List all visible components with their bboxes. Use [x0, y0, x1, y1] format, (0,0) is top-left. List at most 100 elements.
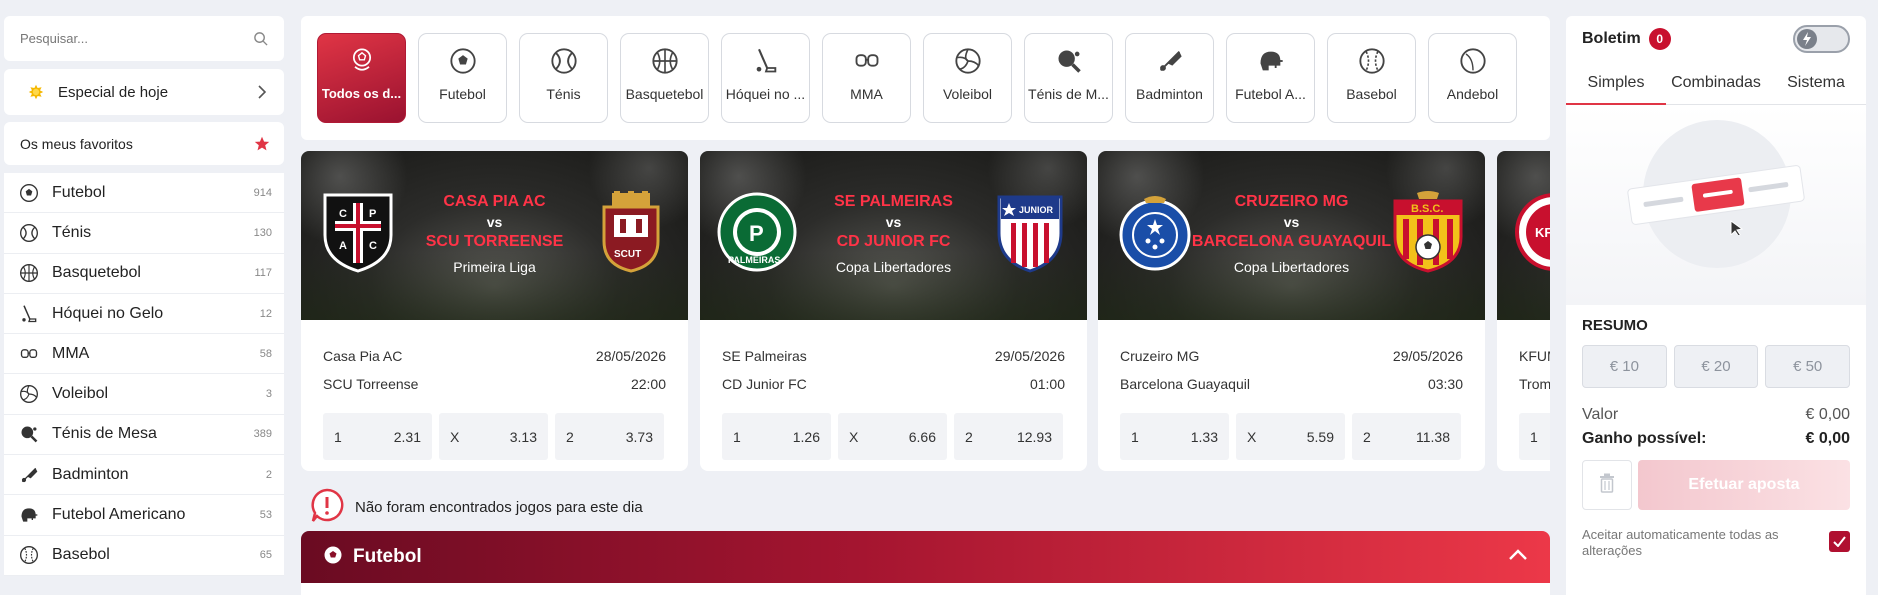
match-card[interactable]: B.S.C. CRUZEIRO MG vs BARCELONA GUAYAQUIL Co… — [1098, 151, 1485, 471]
auto-accept-checkbox[interactable] — [1829, 531, 1850, 552]
stake-20-button[interactable]: € 20 — [1673, 345, 1759, 388]
summary-label: RESUMO — [1582, 317, 1648, 334]
odds-outcome: 2 — [965, 428, 973, 445]
odds-value: 3.73 — [625, 428, 653, 445]
odds-button[interactable]: 1 1.33 — [1120, 413, 1229, 460]
handball-icon — [1458, 46, 1488, 76]
category-tab-1[interactable]: Futebol — [418, 33, 507, 123]
odds-outcome: 1 — [733, 428, 741, 445]
banner-vs: vs — [1283, 214, 1300, 230]
match-card[interactable]: KFUM KFUM Trom 1 — [1497, 151, 1550, 471]
sidebar-item-ténis-de-mesa[interactable]: Ténis de Mesa 389 — [4, 414, 284, 456]
category-tab-3[interactable]: Basquetebol — [620, 33, 709, 123]
match-card[interactable]: C P A C SCUT CASA PIA AC vs SCU TORREENSE Primei… — [301, 151, 688, 471]
match-info: SE Palmeiras 29/05/2026 CD Junior FC 01:00 — [700, 320, 1087, 398]
basketball-icon — [650, 46, 680, 76]
sidebar-item-futebol-americano[interactable]: Futebol Americano 53 — [4, 495, 284, 536]
sidebar-item-hóquei-no-gelo[interactable]: Hóquei no Gelo 12 — [4, 293, 284, 335]
category-tab-5[interactable]: MMA — [822, 33, 911, 123]
search-box[interactable] — [4, 16, 284, 61]
category-label: Basebol — [1346, 86, 1397, 102]
category-tab-9[interactable]: Futebol A... — [1226, 33, 1315, 123]
volleyball-icon — [18, 383, 40, 405]
odds-outcome: X — [849, 428, 859, 445]
odds-value: 12.93 — [1016, 428, 1052, 445]
odds-button[interactable]: 2 12.93 — [954, 413, 1063, 460]
odds-button[interactable]: X 3.13 — [439, 413, 548, 460]
banner-away-team: SCU TORREENSE — [425, 233, 564, 250]
sidebar-item-voleibol[interactable]: Voleibol 3 — [4, 374, 284, 415]
svg-text:KFUM: KFUM — [1535, 225, 1550, 240]
category-tab-4[interactable]: Hóquei no ... — [721, 33, 810, 123]
place-bet-button[interactable]: Efetuar aposta — [1638, 460, 1850, 510]
table-tennis-icon — [1054, 46, 1084, 76]
chevron-up-icon[interactable] — [1508, 548, 1528, 566]
away-team: CD Junior FC — [722, 376, 807, 392]
sidebar-item-badminton[interactable]: Badminton 2 — [4, 455, 284, 496]
odds-button[interactable]: 2 11.38 — [1352, 413, 1461, 460]
match-info: KFUM Trom — [1497, 320, 1550, 398]
favorites-item[interactable]: Os meus favoritos — [4, 122, 284, 165]
odds-button[interactable]: 1 1.26 — [722, 413, 831, 460]
home-team: Casa Pia AC — [323, 348, 403, 364]
search-input[interactable] — [20, 31, 240, 46]
quick-bet-toggle[interactable] — [1793, 24, 1850, 53]
stake-10-button[interactable]: € 10 — [1582, 345, 1667, 388]
banner-league: Copa Libertadores — [835, 259, 952, 275]
category-tab-10[interactable]: Basebol — [1327, 33, 1416, 123]
match-card[interactable]: P PALMEIRAS JUNIOR SE PALMEIRAS vs CD JUNIOR … — [700, 151, 1087, 471]
category-tab-11[interactable]: Andebol — [1428, 33, 1517, 123]
value-row: Valor € 0,00 — [1566, 406, 1866, 424]
category-label: Basquetebol — [625, 86, 704, 102]
sport-count: 2 — [265, 468, 272, 481]
away-team: Trom — [1519, 376, 1550, 392]
soccer-ball-icon — [323, 545, 343, 570]
odds-button[interactable]: X 6.66 — [838, 413, 947, 460]
category-tab-2[interactable]: Ténis — [519, 33, 608, 123]
sidebar-item-basquetebol[interactable]: Basquetebol 117 — [4, 253, 284, 294]
star-icon[interactable] — [254, 136, 270, 152]
category-tab-6[interactable]: Voleibol — [923, 33, 1012, 123]
special-today-item[interactable]: Especial de hoje — [4, 69, 284, 115]
match-time: 01:00 — [1029, 376, 1065, 392]
category-tab-0[interactable]: Todos os d... — [317, 33, 406, 123]
banner-vs: vs — [885, 214, 902, 230]
odds-value: 2.31 — [393, 428, 421, 445]
betslip-actions: Efetuar aposta — [1566, 460, 1866, 510]
ticket-icon — [1627, 165, 1805, 235]
odds-button[interactable]: 2 3.73 — [555, 413, 664, 460]
category-tab-7[interactable]: Ténis de M... — [1024, 33, 1113, 123]
category-label: Todos os d... — [321, 86, 402, 101]
sidebar-item-mma[interactable]: MMA 58 — [4, 334, 284, 375]
sport-count: 130 — [253, 226, 272, 239]
stake-50-button[interactable]: € 50 — [1765, 345, 1851, 388]
category-tab-8[interactable]: Badminton — [1125, 33, 1214, 123]
shuttlecock-icon — [18, 464, 40, 486]
sidebar-item-futebol[interactable]: Futebol 914 — [4, 173, 284, 214]
banner-away-team: CD JUNIOR FC — [836, 233, 951, 250]
odds-button[interactable]: 1 2.31 — [323, 413, 432, 460]
baseball-icon — [1357, 46, 1387, 76]
tab-simples[interactable]: Simples — [1566, 61, 1666, 105]
sidebar-item-basebol[interactable]: Basebol 65 — [4, 535, 284, 576]
odds-outcome: X — [450, 428, 460, 445]
sport-count: 12 — [259, 307, 272, 320]
clear-slip-button[interactable] — [1582, 460, 1632, 510]
tab-combinadas[interactable]: Combinadas — [1666, 61, 1766, 104]
table-tennis-icon — [18, 423, 40, 445]
search-icon[interactable] — [252, 31, 268, 47]
section-header-futebol[interactable]: Futebol — [301, 531, 1550, 583]
odds-row: 1 1.26 X 6.66 2 12.93 — [700, 413, 1087, 460]
special-today-label: Especial de hoje — [58, 83, 169, 101]
sport-name: Basquetebol — [52, 264, 141, 282]
category-label: Futebol — [439, 86, 486, 102]
banner-home-team: SE PALMEIRAS — [834, 193, 953, 210]
match-banner: P PALMEIRAS JUNIOR SE PALMEIRAS vs CD JUNIOR … — [700, 151, 1087, 320]
tab-sistema[interactable]: Sistema — [1766, 61, 1866, 104]
home-team: KFUM — [1519, 348, 1550, 364]
odds-button[interactable]: 1 — [1519, 413, 1550, 460]
auto-accept-row: Aceitar automaticamente todas as alteraç… — [1566, 527, 1866, 559]
value-amount: € 0,00 — [1805, 406, 1850, 423]
odds-button[interactable]: X 5.59 — [1236, 413, 1345, 460]
sidebar-item-ténis[interactable]: Ténis 130 — [4, 213, 284, 254]
